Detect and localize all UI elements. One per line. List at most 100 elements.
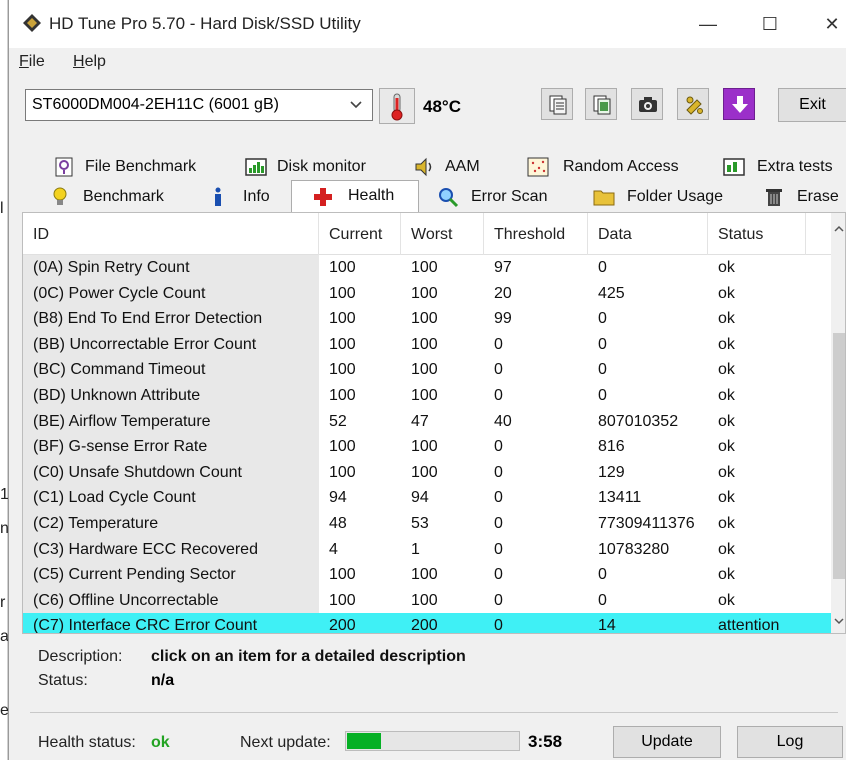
- cell-data: 0: [598, 310, 607, 328]
- table-row[interactable]: (BC) Command Timeout 100 100 0 0 ok: [23, 357, 831, 383]
- screenshot-button[interactable]: [631, 88, 663, 120]
- menu-bar: File Help: [9, 48, 846, 76]
- cell-current: 100: [329, 566, 356, 584]
- scrollbar-thumb[interactable]: [833, 333, 845, 579]
- cell-status: ok: [718, 489, 735, 507]
- description-value: click on an item for a detailed descript…: [151, 648, 466, 665]
- tab-erase[interactable]: Erase: [759, 182, 846, 212]
- copy-text-button[interactable]: [541, 88, 573, 120]
- column-header-threshold[interactable]: Threshold: [484, 213, 588, 255]
- column-header-status[interactable]: Status: [708, 213, 806, 255]
- tab-folder-usage[interactable]: Folder Usage: [591, 182, 741, 212]
- cell-worst: 100: [411, 387, 438, 404]
- tab-random-access[interactable]: Random Access: [525, 152, 695, 182]
- cell-id: (C5) Current Pending Sector: [23, 562, 319, 588]
- cell-status: ok: [718, 387, 735, 404]
- table-row[interactable]: (BB) Uncorrectable Error Count 100 100 0 0 ok: [23, 331, 831, 358]
- table-row[interactable]: (C5) Current Pending Sector 100 100 0 0 ok: [23, 562, 831, 588]
- description-label: Description:: [38, 648, 123, 665]
- table-row[interactable]: (C6) Offline Uncorrectable 100 100 0 0 ok: [23, 587, 831, 614]
- tab-extra-tests[interactable]: Extra tests: [721, 152, 837, 182]
- cell-current: 100: [329, 310, 356, 328]
- cell-worst: 100: [411, 463, 438, 481]
- table-row[interactable]: (BD) Unknown Attribute 100 100 0 0 ok: [23, 383, 831, 409]
- log-button[interactable]: Log: [737, 726, 843, 758]
- status-label: Status:: [38, 672, 88, 689]
- folder-icon: [593, 190, 615, 206]
- next-update-progress: [345, 731, 520, 751]
- title-bar[interactable]: HD Tune Pro 5.70 - Hard Disk/SSD Utility…: [9, 0, 846, 48]
- cell-current: 100: [329, 387, 356, 404]
- tab-error-scan[interactable]: Error Scan: [433, 182, 583, 212]
- smart-attributes-table[interactable]: ID Current Worst Threshold Data Status (…: [22, 212, 846, 634]
- minimize-button[interactable]: —: [685, 8, 731, 40]
- menu-help[interactable]: Help: [73, 53, 106, 71]
- divider: [30, 712, 838, 713]
- table-row[interactable]: (B8) End To End Error Detection 100 100 99 0…: [23, 306, 831, 332]
- maximize-button[interactable]: ☐: [747, 8, 793, 40]
- scroll-up-icon[interactable]: [833, 223, 845, 235]
- tab-disk-monitor[interactable]: Disk monitor: [241, 152, 401, 182]
- cell-data: 77309411376: [598, 515, 695, 532]
- cell-status: ok: [718, 335, 735, 353]
- cell-id: (BB) Uncorrectable Error Count: [23, 331, 319, 358]
- magnifier-icon: [439, 188, 459, 208]
- tab-aam[interactable]: AAM: [409, 152, 499, 182]
- next-update-label: Next update:: [240, 734, 331, 751]
- table-row[interactable]: (0C) Power Cycle Count 100 100 20 425 ok: [23, 280, 831, 307]
- red-cross-icon: [314, 188, 332, 206]
- health-status-label: Health status:: [38, 734, 136, 751]
- cell-id: (C6) Offline Uncorrectable: [23, 587, 319, 614]
- cell-data: 0: [598, 335, 607, 353]
- cell-status: ok: [718, 591, 735, 609]
- drive-select[interactable]: ST6000DM004-2EH11C (6001 gB): [25, 89, 373, 121]
- app-icon: [23, 14, 41, 32]
- cell-status: ok: [718, 463, 735, 481]
- table-row[interactable]: (C7) Interface CRC Error Count 200 200 0 14 a…: [23, 613, 831, 633]
- cell-threshold: 0: [494, 540, 503, 558]
- column-header-current[interactable]: Current: [319, 213, 401, 255]
- options-button[interactable]: [677, 88, 709, 120]
- table-row[interactable]: (C3) Hardware ECC Recovered 4 1 0 10783280 ok: [23, 536, 831, 563]
- copy-info-button[interactable]: [585, 88, 617, 120]
- extra-tests-icon: [723, 158, 745, 176]
- scroll-down-icon[interactable]: [833, 615, 845, 627]
- cell-threshold: 40: [494, 412, 512, 430]
- menu-file[interactable]: File: [19, 53, 45, 71]
- update-button[interactable]: Update: [613, 726, 721, 758]
- cell-worst: 100: [411, 591, 438, 609]
- cell-threshold: 99: [494, 310, 512, 328]
- table-row[interactable]: (C2) Temperature 48 53 0 77309411376 ok: [23, 511, 831, 537]
- vertical-scrollbar[interactable]: [831, 213, 845, 633]
- temperature-button[interactable]: [379, 88, 415, 124]
- download-arrow-icon: [732, 96, 748, 113]
- health-status-value: ok: [151, 734, 170, 751]
- temperature-value: 48°C: [423, 97, 461, 116]
- tab-health[interactable]: Health: [291, 180, 419, 212]
- disk-monitor-icon: [245, 158, 267, 176]
- save-download-button[interactable]: [723, 88, 755, 120]
- exit-button[interactable]: Exit: [778, 88, 846, 122]
- table-row[interactable]: (0A) Spin Retry Count 100 100 97 0 ok: [23, 255, 831, 281]
- table-row[interactable]: (C1) Load Cycle Count 94 94 0 13411 ok: [23, 485, 831, 511]
- column-header-worst[interactable]: Worst: [401, 213, 484, 255]
- cell-id: (C0) Unsafe Shutdown Count: [23, 459, 319, 486]
- cell-status: ok: [718, 310, 735, 328]
- table-header: ID Current Worst Threshold Data Status: [23, 213, 831, 255]
- background-text-fragment: r: [0, 594, 6, 611]
- chevron-down-icon: [350, 101, 362, 109]
- options-icon: [686, 96, 703, 115]
- file-benchmark-icon: [55, 157, 73, 177]
- table-row[interactable]: (C0) Unsafe Shutdown Count 100 100 0 129 ok: [23, 459, 831, 486]
- table-row[interactable]: (BE) Airflow Temperature 52 47 40 807010352 o…: [23, 408, 831, 435]
- tab-info[interactable]: Info: [201, 182, 291, 212]
- column-header-id[interactable]: ID: [23, 213, 319, 255]
- cell-data: 0: [598, 591, 607, 609]
- table-row[interactable]: (BF) G-sense Error Rate 100 100 0 816 ok: [23, 434, 831, 460]
- cell-id: (C2) Temperature: [23, 511, 319, 537]
- tab-benchmark[interactable]: Benchmark: [45, 182, 195, 212]
- tab-file-benchmark[interactable]: File Benchmark: [49, 152, 229, 182]
- close-button[interactable]: ✕: [809, 8, 846, 40]
- column-header-data[interactable]: Data: [588, 213, 708, 255]
- cell-id: (B8) End To End Error Detection: [23, 306, 319, 332]
